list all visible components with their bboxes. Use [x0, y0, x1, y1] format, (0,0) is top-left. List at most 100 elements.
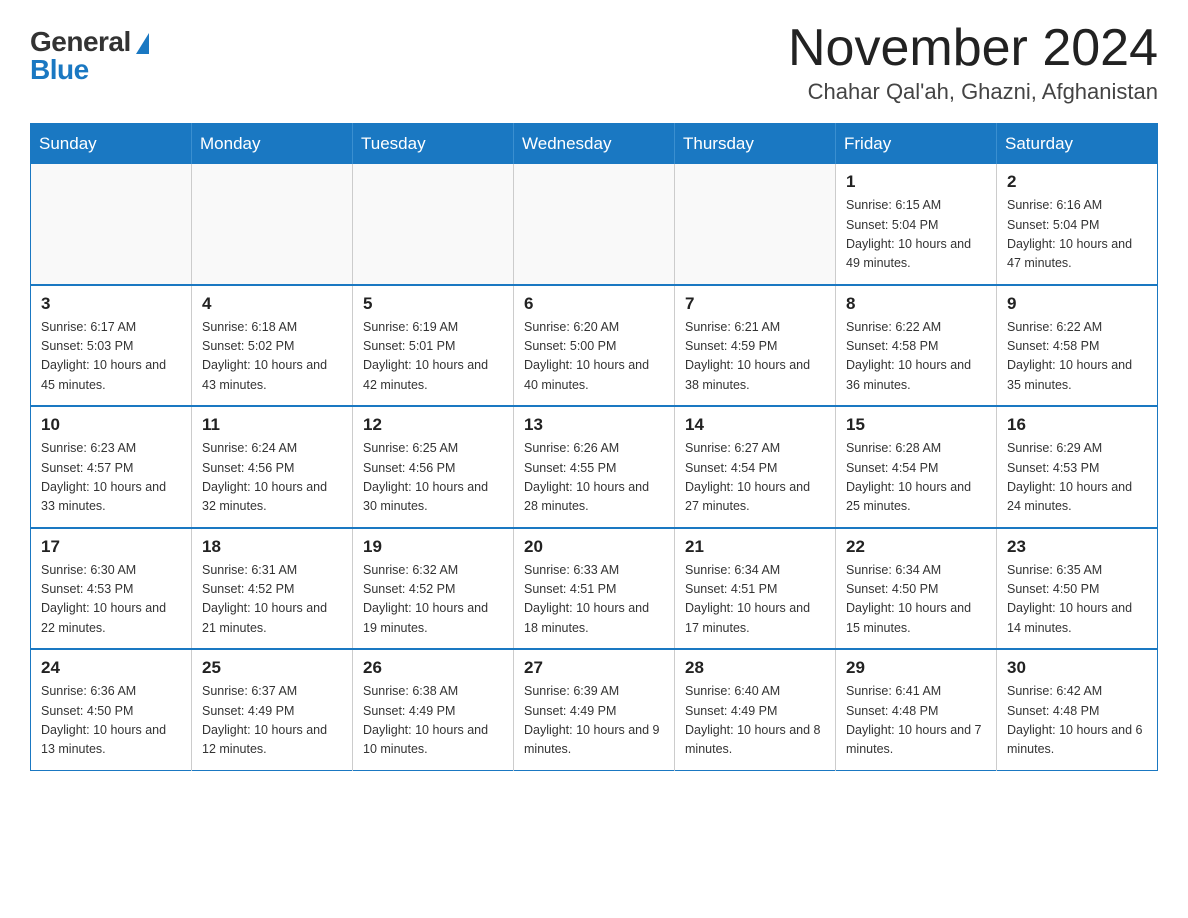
month-year-title: November 2024 — [788, 20, 1158, 77]
day-info: Sunrise: 6:39 AMSunset: 4:49 PMDaylight:… — [524, 682, 664, 760]
calendar-cell — [353, 164, 514, 285]
calendar-cell: 21 Sunrise: 6:34 AMSunset: 4:51 PMDayligh… — [675, 528, 836, 650]
day-info: Sunrise: 6:37 AMSunset: 4:49 PMDaylight:… — [202, 682, 342, 760]
day-info: Sunrise: 6:38 AMSunset: 4:49 PMDaylight:… — [363, 682, 503, 760]
calendar-cell: 20Sunrise: 6:33 AMSunset: 4:51 PMDayligh… — [514, 528, 675, 650]
location-text: Chahar Qal'ah, Ghazni, Afghanistan — [788, 79, 1158, 105]
calendar-week-row: 10Sunrise: 6:23 AMSunset: 4:57 PMDayligh… — [31, 406, 1158, 528]
day-info: Sunrise: 6:34 AMSunset: 4:51 PMDaylight:… — [685, 561, 825, 639]
calendar-cell: 29 Sunrise: 6:41 AMSunset: 4:48 PMDayligh… — [836, 649, 997, 770]
logo-triangle-icon — [136, 33, 149, 54]
calendar-cell: 8 Sunrise: 6:22 AMSunset: 4:58 PMDaylight… — [836, 285, 997, 407]
day-info: Sunrise: 6:40 AMSunset: 4:49 PMDaylight:… — [685, 682, 825, 760]
day-info: Sunrise: 6:16 AMSunset: 5:04 PMDaylight:… — [1007, 196, 1147, 274]
calendar-cell: 25 Sunrise: 6:37 AMSunset: 4:49 PMDayligh… — [192, 649, 353, 770]
day-info: Sunrise: 6:42 AMSunset: 4:48 PMDaylight:… — [1007, 682, 1147, 760]
calendar-cell: 24 Sunrise: 6:36 AMSunset: 4:50 PMDayligh… — [31, 649, 192, 770]
calendar-cell: 5 Sunrise: 6:19 AMSunset: 5:01 PMDaylight… — [353, 285, 514, 407]
day-number: 10 — [41, 415, 181, 435]
day-info: Sunrise: 6:15 AMSunset: 5:04 PMDaylight:… — [846, 196, 986, 274]
calendar-cell: 15 Sunrise: 6:28 AMSunset: 4:54 PMDayligh… — [836, 406, 997, 528]
day-info: Sunrise: 6:21 AMSunset: 4:59 PMDaylight:… — [685, 318, 825, 396]
calendar-cell: 16Sunrise: 6:29 AMSunset: 4:53 PMDayligh… — [997, 406, 1158, 528]
day-info: Sunrise: 6:26 AMSunset: 4:55 PMDaylight:… — [524, 439, 664, 517]
calendar-cell: 11Sunrise: 6:24 AMSunset: 4:56 PMDayligh… — [192, 406, 353, 528]
header-right: November 2024 Chahar Qal'ah, Ghazni, Afg… — [788, 20, 1158, 105]
logo: General Blue — [30, 28, 149, 84]
day-number: 22 — [846, 537, 986, 557]
day-info: Sunrise: 6:29 AMSunset: 4:53 PMDaylight:… — [1007, 439, 1147, 517]
day-number: 14 — [685, 415, 825, 435]
weekday-header-friday: Friday — [836, 124, 997, 165]
day-number: 21 — [685, 537, 825, 557]
weekday-header-row: SundayMondayTuesdayWednesdayThursdayFrid… — [31, 124, 1158, 165]
day-info: Sunrise: 6:17 AMSunset: 5:03 PMDaylight:… — [41, 318, 181, 396]
day-info: Sunrise: 6:22 AMSunset: 4:58 PMDaylight:… — [1007, 318, 1147, 396]
calendar-cell: 14 Sunrise: 6:27 AMSunset: 4:54 PMDayligh… — [675, 406, 836, 528]
calendar-cell — [675, 164, 836, 285]
day-number: 25 — [202, 658, 342, 678]
calendar-cell: 17 Sunrise: 6:30 AMSunset: 4:53 PMDayligh… — [31, 528, 192, 650]
calendar-cell: 27 Sunrise: 6:39 AMSunset: 4:49 PMDayligh… — [514, 649, 675, 770]
day-number: 2 — [1007, 172, 1147, 192]
logo-blue-text: Blue — [30, 56, 89, 84]
weekday-header-saturday: Saturday — [997, 124, 1158, 165]
day-number: 3 — [41, 294, 181, 314]
day-number: 23 — [1007, 537, 1147, 557]
calendar-week-row: 17 Sunrise: 6:30 AMSunset: 4:53 PMDayligh… — [31, 528, 1158, 650]
calendar-cell: 3 Sunrise: 6:17 AMSunset: 5:03 PMDaylight… — [31, 285, 192, 407]
day-info: Sunrise: 6:22 AMSunset: 4:58 PMDaylight:… — [846, 318, 986, 396]
day-info: Sunrise: 6:27 AMSunset: 4:54 PMDaylight:… — [685, 439, 825, 517]
calendar-cell: 1 Sunrise: 6:15 AMSunset: 5:04 PMDaylight… — [836, 164, 997, 285]
calendar-week-row: 24 Sunrise: 6:36 AMSunset: 4:50 PMDayligh… — [31, 649, 1158, 770]
calendar-cell: 12 Sunrise: 6:25 AMSunset: 4:56 PMDayligh… — [353, 406, 514, 528]
day-number: 18 — [202, 537, 342, 557]
calendar-cell: 10Sunrise: 6:23 AMSunset: 4:57 PMDayligh… — [31, 406, 192, 528]
calendar-week-row: 1 Sunrise: 6:15 AMSunset: 5:04 PMDaylight… — [31, 164, 1158, 285]
day-info: Sunrise: 6:18 AMSunset: 5:02 PMDaylight:… — [202, 318, 342, 396]
weekday-header-tuesday: Tuesday — [353, 124, 514, 165]
day-number: 7 — [685, 294, 825, 314]
day-number: 12 — [363, 415, 503, 435]
day-number: 15 — [846, 415, 986, 435]
day-number: 29 — [846, 658, 986, 678]
day-info: Sunrise: 6:34 AMSunset: 4:50 PMDaylight:… — [846, 561, 986, 639]
day-info: Sunrise: 6:36 AMSunset: 4:50 PMDaylight:… — [41, 682, 181, 760]
day-info: Sunrise: 6:31 AMSunset: 4:52 PMDaylight:… — [202, 561, 342, 639]
day-info: Sunrise: 6:25 AMSunset: 4:56 PMDaylight:… — [363, 439, 503, 517]
day-info: Sunrise: 6:30 AMSunset: 4:53 PMDaylight:… — [41, 561, 181, 639]
day-info: Sunrise: 6:41 AMSunset: 4:48 PMDaylight:… — [846, 682, 986, 760]
day-number: 8 — [846, 294, 986, 314]
day-info: Sunrise: 6:20 AMSunset: 5:00 PMDaylight:… — [524, 318, 664, 396]
calendar-cell — [514, 164, 675, 285]
day-info: Sunrise: 6:24 AMSunset: 4:56 PMDaylight:… — [202, 439, 342, 517]
day-number: 6 — [524, 294, 664, 314]
day-number: 26 — [363, 658, 503, 678]
weekday-header-monday: Monday — [192, 124, 353, 165]
day-number: 24 — [41, 658, 181, 678]
day-info: Sunrise: 6:28 AMSunset: 4:54 PMDaylight:… — [846, 439, 986, 517]
calendar-cell: 26 Sunrise: 6:38 AMSunset: 4:49 PMDayligh… — [353, 649, 514, 770]
calendar-week-row: 3 Sunrise: 6:17 AMSunset: 5:03 PMDaylight… — [31, 285, 1158, 407]
day-number: 1 — [846, 172, 986, 192]
day-number: 20 — [524, 537, 664, 557]
calendar-cell — [192, 164, 353, 285]
day-info: Sunrise: 6:19 AMSunset: 5:01 PMDaylight:… — [363, 318, 503, 396]
day-number: 4 — [202, 294, 342, 314]
day-info: Sunrise: 6:32 AMSunset: 4:52 PMDaylight:… — [363, 561, 503, 639]
calendar-cell: 18 Sunrise: 6:31 AMSunset: 4:52 PMDayligh… — [192, 528, 353, 650]
day-info: Sunrise: 6:35 AMSunset: 4:50 PMDaylight:… — [1007, 561, 1147, 639]
logo-general-text: General — [30, 28, 131, 56]
calendar-cell: 13 Sunrise: 6:26 AMSunset: 4:55 PMDayligh… — [514, 406, 675, 528]
day-number: 27 — [524, 658, 664, 678]
day-number: 17 — [41, 537, 181, 557]
calendar-cell: 4 Sunrise: 6:18 AMSunset: 5:02 PMDaylight… — [192, 285, 353, 407]
day-number: 30 — [1007, 658, 1147, 678]
weekday-header-sunday: Sunday — [31, 124, 192, 165]
day-number: 19 — [363, 537, 503, 557]
weekday-header-thursday: Thursday — [675, 124, 836, 165]
calendar-cell: 19 Sunrise: 6:32 AMSunset: 4:52 PMDayligh… — [353, 528, 514, 650]
calendar-cell: 30 Sunrise: 6:42 AMSunset: 4:48 PMDayligh… — [997, 649, 1158, 770]
day-number: 5 — [363, 294, 503, 314]
day-number: 13 — [524, 415, 664, 435]
